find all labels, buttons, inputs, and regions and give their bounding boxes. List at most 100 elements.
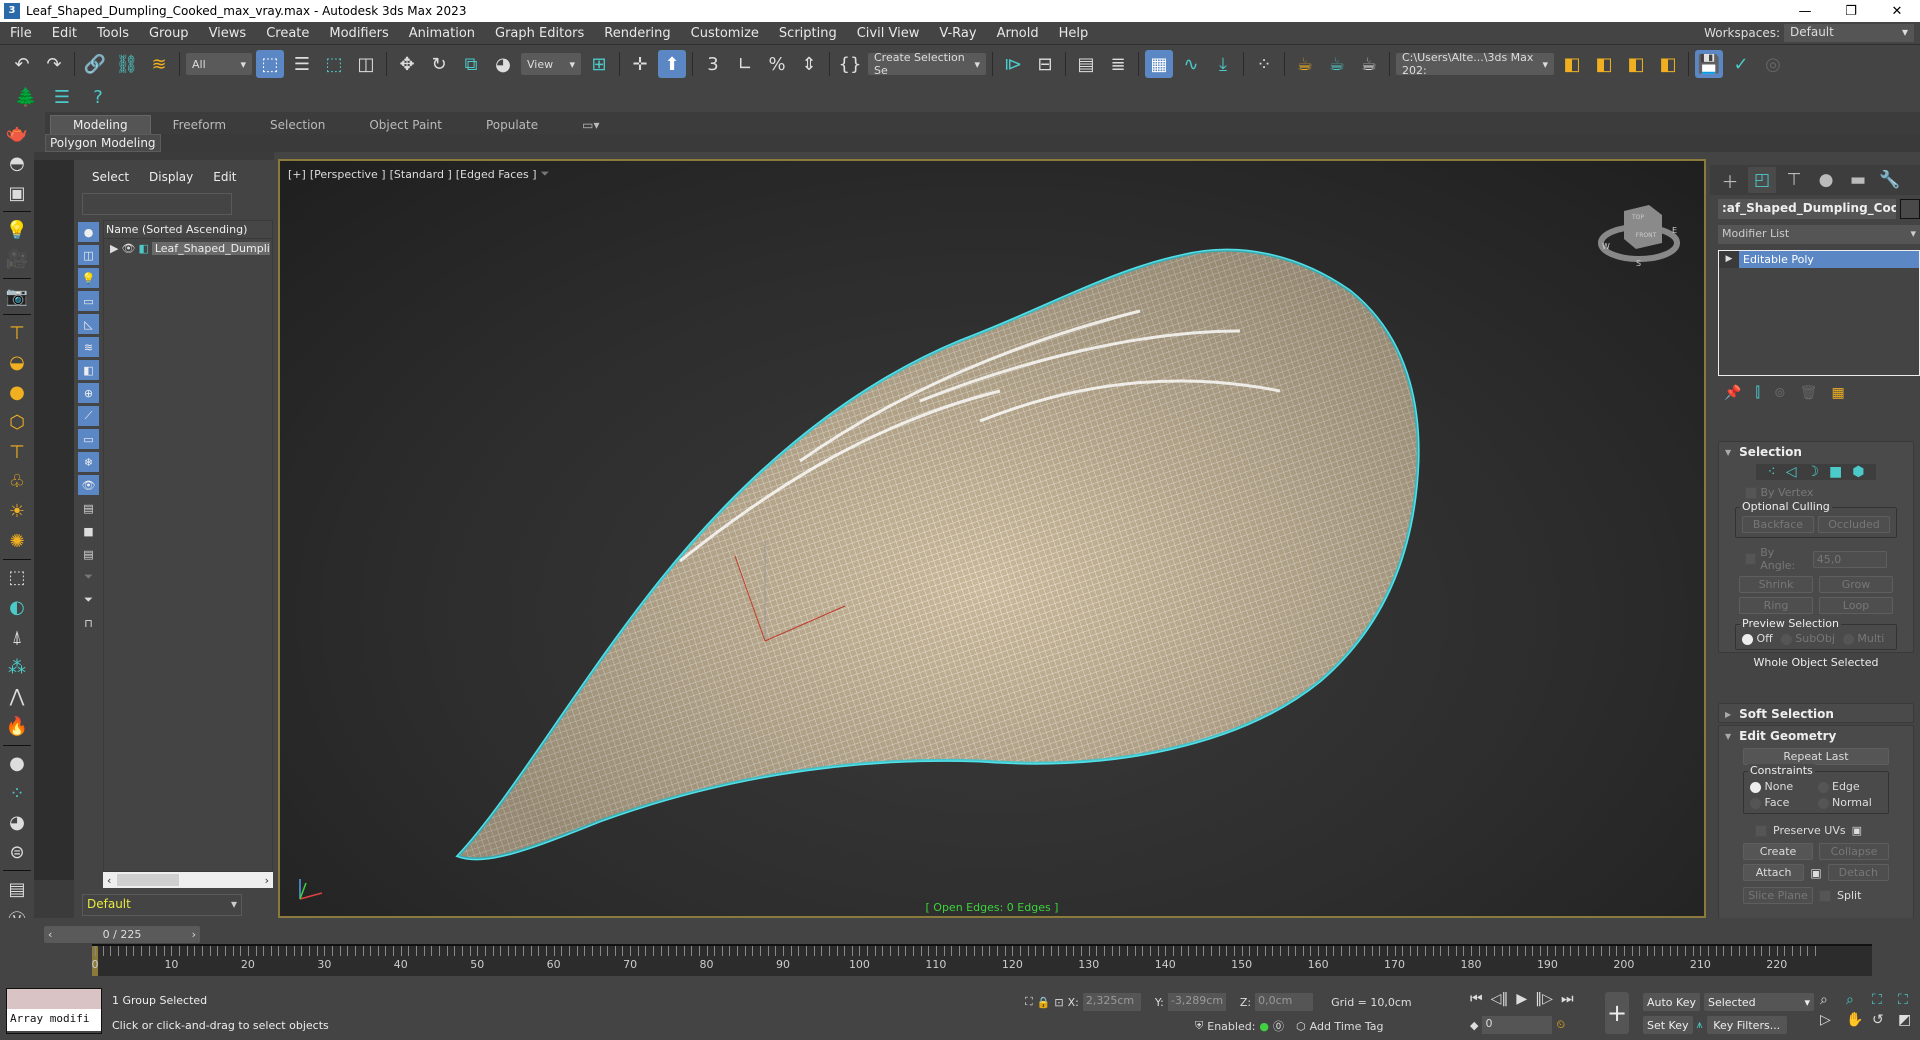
attach-button[interactable]: Attach <box>1743 864 1805 881</box>
schematic-view-icon[interactable]: ⁘ <box>1250 50 1278 78</box>
window-crossing-icon[interactable]: ◫ <box>352 50 380 78</box>
time-tag-icon[interactable]: ⬡ <box>1296 1020 1306 1033</box>
shrink-button[interactable]: Shrink <box>1739 576 1813 593</box>
link-icon[interactable]: 🔗 <box>81 50 109 78</box>
perspective-viewport[interactable]: [+] [Perspective ] [Standard ] [Edged Fa… <box>278 159 1706 918</box>
display-invert-icon[interactable]: ▤ <box>78 544 99 564</box>
filter-helpers-icon[interactable]: ◺ <box>78 314 99 334</box>
selection-rollout-header[interactable]: ▼ Selection <box>1719 442 1913 462</box>
polygon-modeling-panel[interactable]: Polygon Modeling <box>45 134 161 152</box>
create-tab-icon[interactable]: ＋ <box>1716 167 1744 193</box>
isolate-selection-icon[interactable]: ⛶ <box>1025 995 1033 1009</box>
unlink-icon[interactable]: ⛓ <box>113 50 141 78</box>
expand-arrow-icon[interactable]: ▶ <box>110 242 118 255</box>
previous-frame-icon[interactable]: ◁‖ <box>1491 991 1509 1007</box>
maximize-button[interactable]: ❐ <box>1828 4 1874 19</box>
select-by-name-icon[interactable]: ☰ <box>288 50 316 78</box>
preserve-uvs-settings-icon[interactable]: ▣ <box>1852 824 1862 837</box>
menu-edit[interactable]: Edit <box>42 26 87 41</box>
menu-scripting[interactable]: Scripting <box>769 26 847 41</box>
viewcube-top-label[interactable]: TOP <box>1631 214 1644 221</box>
rendered-frame-window-icon[interactable]: ☕ <box>1323 50 1351 78</box>
scene-explorer-icon[interactable]: ▦ <box>1145 50 1173 78</box>
grow-button[interactable]: Grow <box>1819 576 1893 593</box>
layer-dropdown[interactable]: Default ▾ <box>82 894 242 916</box>
default-tangents-icon[interactable]: ⩚ <box>1697 1018 1703 1032</box>
object-name-field[interactable]: :af_Shaped_Dumpling_Cooked <box>1718 199 1896 219</box>
utilities-tab-icon[interactable]: 🔧 <box>1876 167 1904 193</box>
shapes-icon[interactable]: ◓ <box>4 152 30 176</box>
filter-spacewarps-icon[interactable]: ≋ <box>78 337 99 357</box>
viewcube-front-label[interactable]: FRONT <box>1636 232 1657 239</box>
se-menu-display[interactable]: Display <box>149 170 193 184</box>
percent-snap-icon[interactable]: % <box>763 50 791 78</box>
filter-xrefs-icon[interactable]: ⊕ <box>78 383 99 403</box>
remove-modifier-icon[interactable]: 🗑 <box>1800 385 1818 401</box>
repeat-last-button[interactable]: Repeat Last <box>1743 748 1889 765</box>
tab-selection[interactable]: Selection <box>248 116 347 134</box>
camera-icon[interactable]: 📷 <box>4 285 30 309</box>
maxscript-listener[interactable]: Array modifi <box>6 988 102 1034</box>
absolute-mode-icon[interactable]: ⊡ <box>1054 996 1063 1009</box>
make-unique-icon[interactable]: ⊚ <box>1774 385 1786 401</box>
scrollbar-thumb[interactable] <box>117 874 180 886</box>
ribbon-toggle-icon[interactable]: ≣ <box>1104 50 1132 78</box>
shield-icon[interactable]: ⛨ <box>1195 1019 1203 1033</box>
pin-stack-icon[interactable]: 📌 <box>1724 385 1741 401</box>
play-icon[interactable]: ▶ <box>1516 991 1527 1007</box>
populate-trees-icon[interactable]: 🌲 <box>12 83 40 111</box>
scroll-left-icon[interactable]: ‹ <box>107 874 111 887</box>
filter-frozen-icon[interactable]: ❄ <box>78 452 99 472</box>
viewcube[interactable]: TOP FRONT W S E <box>1594 191 1684 271</box>
selection-filter-dropdown[interactable]: All ▾ <box>186 53 252 75</box>
checkmark-icon[interactable]: ✓ <box>1727 50 1755 78</box>
vray-ies-icon[interactable]: ⊤ <box>4 440 30 464</box>
field-of-view-icon[interactable]: ▷ <box>1820 1012 1842 1028</box>
visibility-eye-icon[interactable]: 👁 <box>121 242 135 255</box>
zoom-extents-all-icon[interactable]: ⛶ <box>1898 992 1920 1008</box>
vray-sphere-icon[interactable]: ◐ <box>4 596 30 620</box>
modify-tab-icon[interactable]: ◰ <box>1748 167 1776 193</box>
set-keys-button[interactable]: + <box>1605 992 1629 1034</box>
project-structure-icon[interactable]: ◧ <box>1622 50 1650 78</box>
vray-dome-icon[interactable]: ◒ <box>4 351 30 375</box>
pivot-center-icon[interactable]: ⊞ <box>585 50 613 78</box>
pan-icon[interactable]: ✋ <box>1846 1012 1868 1028</box>
light-lister-icon[interactable]: 💡 <box>4 218 30 242</box>
stack-item-editable-poly[interactable]: ▶ Editable Poly <box>1719 251 1919 268</box>
filter-hidden-icon[interactable]: 👁 <box>78 475 99 495</box>
element-icon[interactable]: ⬢ <box>1852 464 1864 480</box>
filter-lights-icon[interactable]: 💡 <box>78 268 99 288</box>
edit-named-selection-icon[interactable]: {} <box>836 50 864 78</box>
mirror-icon[interactable]: ⧐ <box>999 50 1027 78</box>
create-button[interactable]: Create <box>1743 843 1813 860</box>
zoom-all-icon[interactable]: ⌕ <box>1846 992 1868 1008</box>
menu-list-icon[interactable]: ☰ <box>48 83 76 111</box>
filter-containers-icon[interactable]: ▭ <box>78 429 99 449</box>
project-tree-icon[interactable]: ◧ <box>1654 50 1682 78</box>
time-prev-icon[interactable]: ‹ <box>48 928 52 941</box>
filter-cameras-icon[interactable]: ▭ <box>78 291 99 311</box>
minimize-button[interactable]: — <box>1782 4 1828 19</box>
time-next-icon[interactable]: › <box>192 928 196 941</box>
enabled-indicator[interactable]: ● <box>1259 1020 1269 1033</box>
menu-arnold[interactable]: Arnold <box>987 26 1049 41</box>
detach-button[interactable]: Detach <box>1827 864 1889 881</box>
scroll-right-icon[interactable]: › <box>265 874 269 887</box>
menu-views[interactable]: Views <box>199 26 257 41</box>
filter-settings-icon[interactable]: ⏷ <box>78 567 99 587</box>
split-checkbox[interactable] <box>1819 889 1831 902</box>
menu-file[interactable]: File <box>0 26 42 41</box>
filter-icon[interactable]: ⏷ <box>78 590 99 610</box>
ribbon-options-icon[interactable]: ▭▾ <box>560 116 621 134</box>
object-color-swatch[interactable] <box>1900 199 1920 219</box>
menu-help[interactable]: Help <box>1049 26 1099 41</box>
project-folder-icon[interactable]: ◧ <box>1590 50 1618 78</box>
curve-editor-icon[interactable]: ∿ <box>1177 50 1205 78</box>
hierarchy-tab-icon[interactable]: ⊤ <box>1780 167 1808 193</box>
menu-animation[interactable]: Animation <box>399 26 485 41</box>
ref-coord-dropdown[interactable]: View ▾ <box>521 53 581 75</box>
zoom-icon[interactable]: ⌕ <box>1820 992 1842 1008</box>
preserve-uvs-checkbox[interactable] <box>1755 824 1767 837</box>
angle-snap-icon[interactable]: ∟ <box>731 50 759 78</box>
